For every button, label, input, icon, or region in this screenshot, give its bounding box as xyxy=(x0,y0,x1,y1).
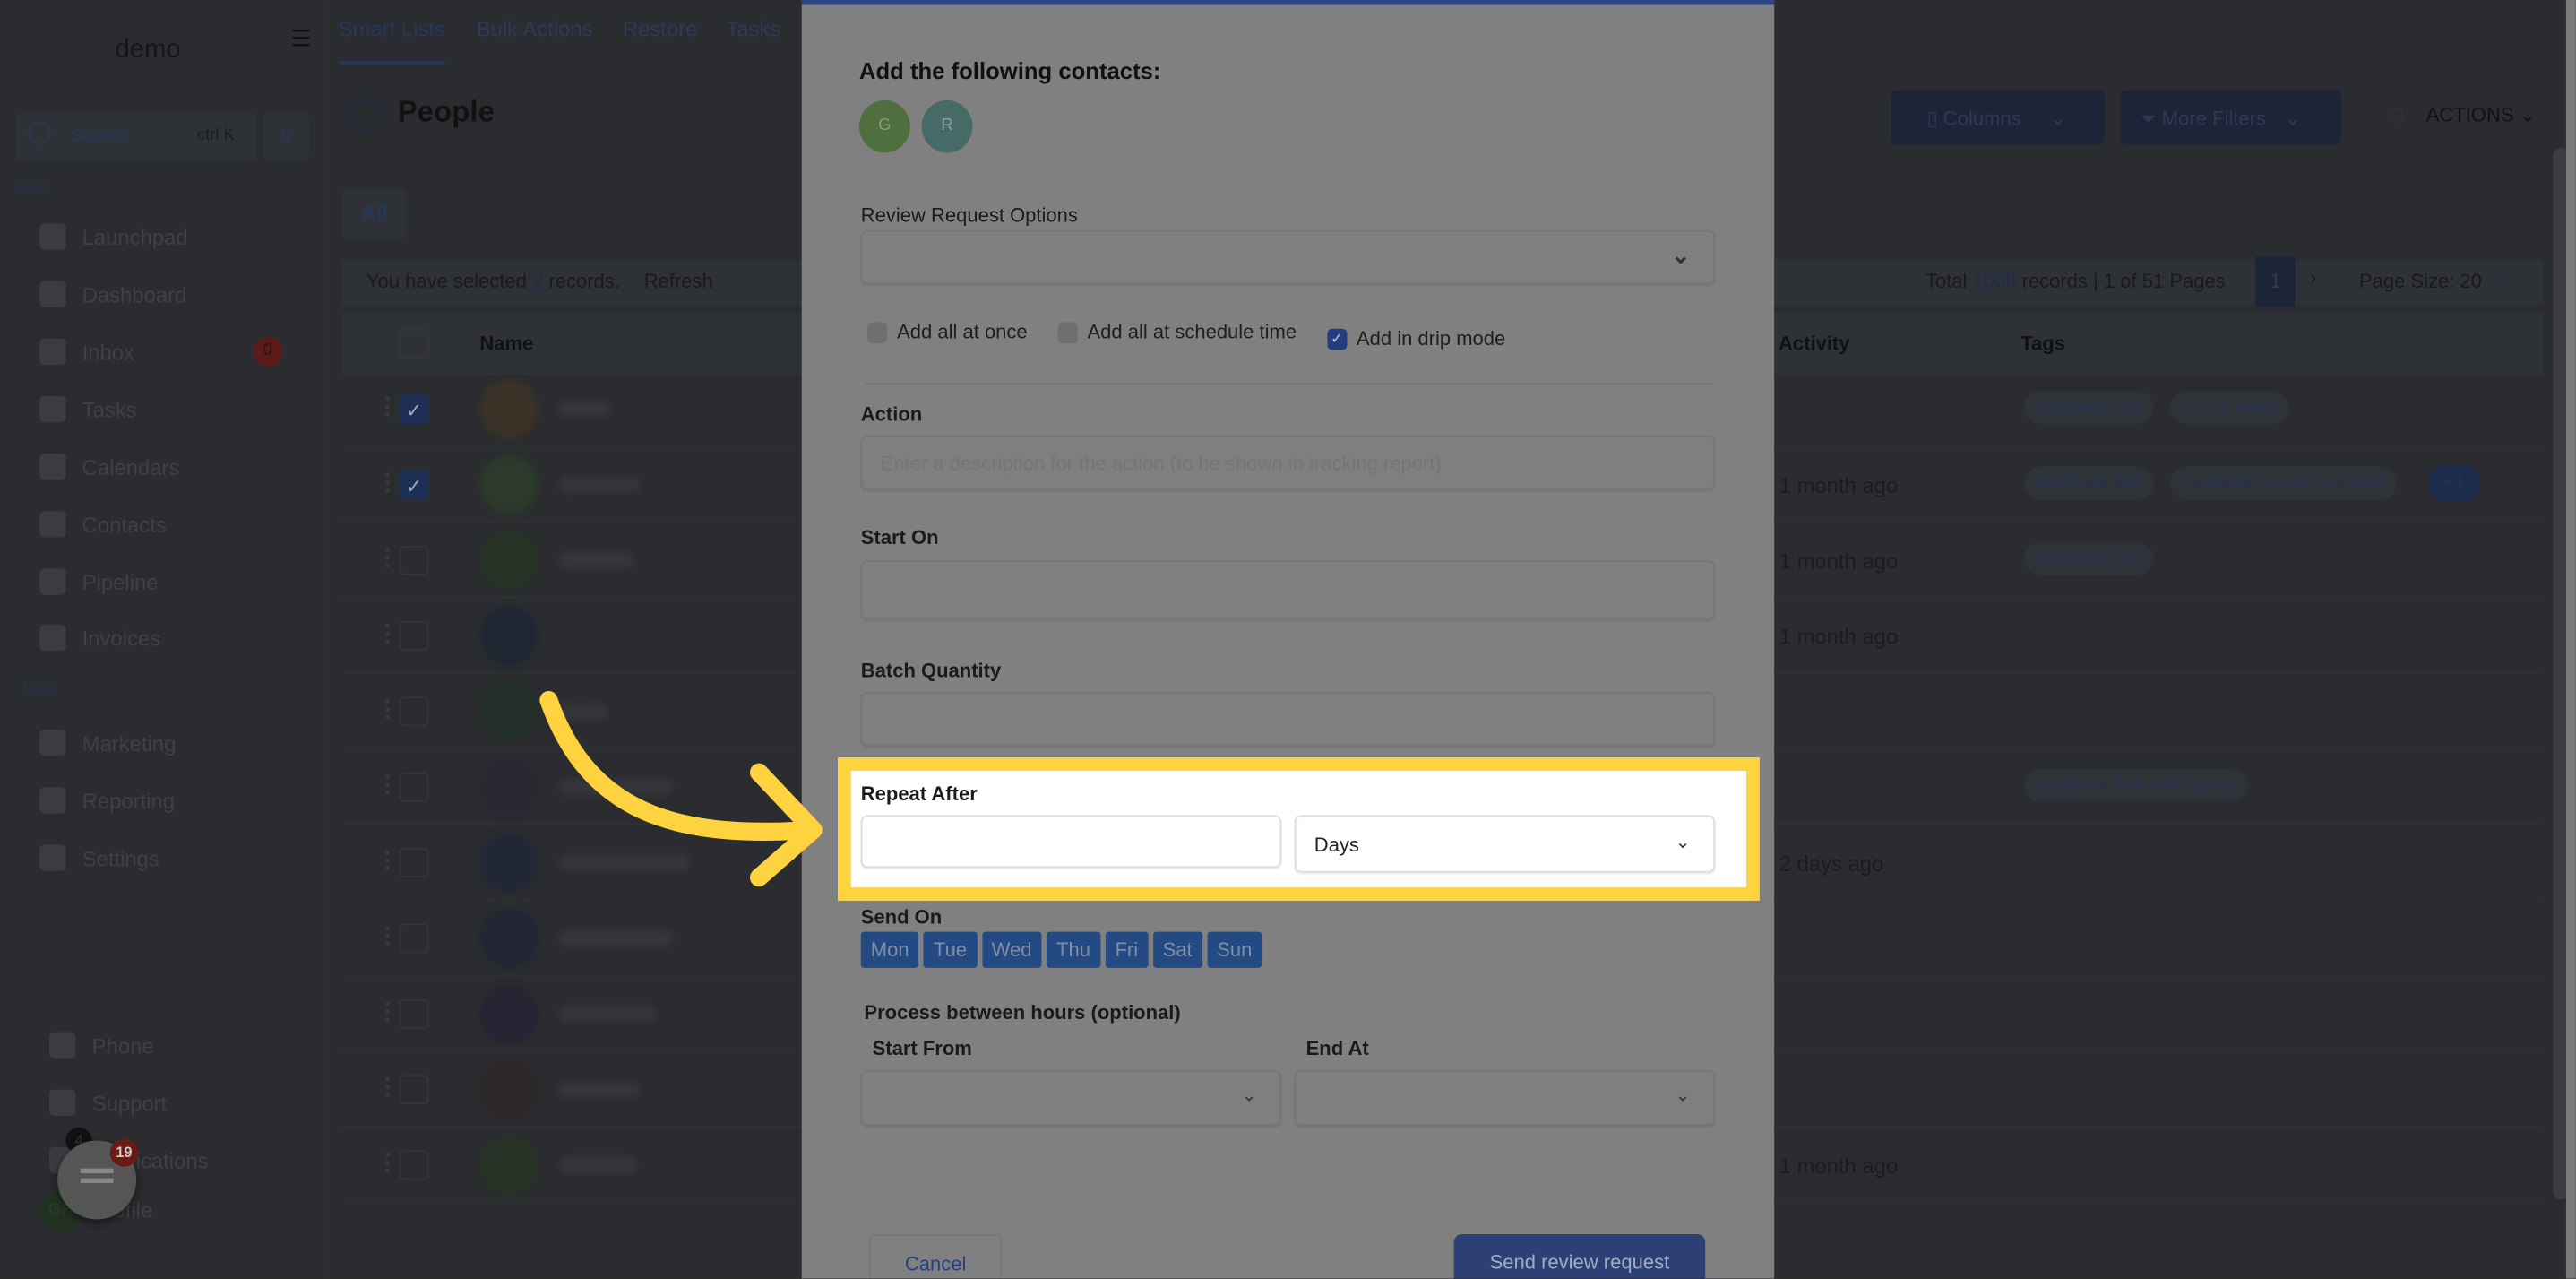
screen: demo Search ctrl K ϟ Apps Launchpad Dash… xyxy=(0,0,2576,1279)
pointer-arrow-icon xyxy=(539,690,823,887)
